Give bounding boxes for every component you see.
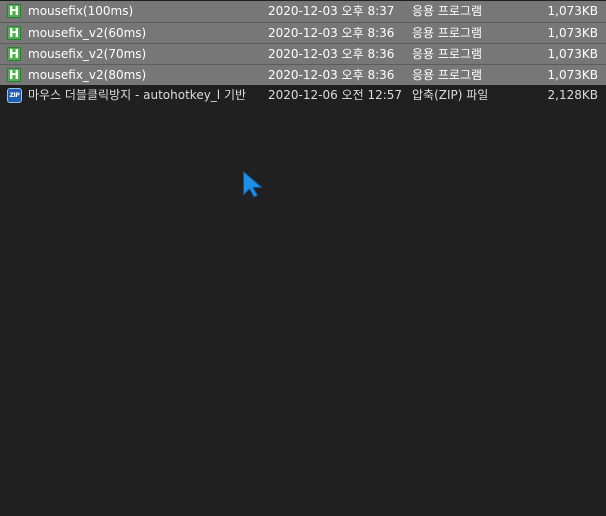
file-size: 1,073KB	[547, 26, 598, 40]
file-date: 2020-12-03 오후 8:36	[268, 68, 395, 82]
file-type: 응용 프로그램	[412, 68, 483, 82]
file-date: 2020-12-03 오후 8:36	[268, 47, 395, 61]
file-type: 응용 프로그램	[412, 26, 483, 40]
file-date: 2020-12-06 오전 12:57	[268, 88, 403, 102]
file-row[interactable]: H mousefix_v2(60ms) 2020-12-03 오후 8:36 응…	[0, 22, 606, 43]
mouse-cursor-icon	[243, 171, 263, 198]
file-icon-cell: H	[7, 23, 23, 44]
file-size: 2,128KB	[547, 88, 598, 102]
file-date: 2020-12-03 오후 8:36	[268, 26, 395, 40]
autohotkey-exe-icon: H	[7, 4, 21, 18]
file-name: 마우스 더블클릭방지 - autohotkey_l 기반	[28, 88, 247, 102]
zip-archive-icon: ZIP	[7, 88, 22, 103]
file-size: 1,073KB	[547, 4, 598, 18]
file-name: mousefix_v2(80ms)	[28, 68, 147, 82]
file-date: 2020-12-03 오후 8:37	[268, 4, 395, 18]
file-type: 응용 프로그램	[412, 4, 483, 18]
file-size: 1,073KB	[547, 68, 598, 82]
file-type: 응용 프로그램	[412, 47, 483, 61]
file-list: H mousefix(100ms) 2020-12-03 오후 8:37 응용 …	[0, 1, 606, 106]
file-name: mousefix_v2(60ms)	[28, 26, 147, 40]
file-row[interactable]: ZIP 마우스 더블클릭방지 - autohotkey_l 기반 2020-12…	[0, 85, 606, 106]
file-icon-cell: H	[7, 44, 23, 65]
autohotkey-exe-icon: H	[7, 68, 21, 82]
file-row[interactable]: H mousefix(100ms) 2020-12-03 오후 8:37 응용 …	[0, 1, 606, 22]
file-icon-cell: ZIP	[7, 85, 23, 106]
file-size: 1,073KB	[547, 47, 598, 61]
file-row[interactable]: H mousefix_v2(70ms) 2020-12-03 오후 8:36 응…	[0, 43, 606, 64]
autohotkey-exe-icon: H	[7, 47, 21, 61]
file-row[interactable]: H mousefix_v2(80ms) 2020-12-03 오후 8:36 응…	[0, 64, 606, 85]
file-type: 압축(ZIP) 파일	[412, 88, 489, 102]
autohotkey-exe-icon: H	[7, 26, 21, 40]
file-icon-cell: H	[7, 1, 23, 22]
file-icon-cell: H	[7, 65, 23, 86]
file-name: mousefix(100ms)	[28, 4, 134, 18]
file-name: mousefix_v2(70ms)	[28, 47, 147, 61]
